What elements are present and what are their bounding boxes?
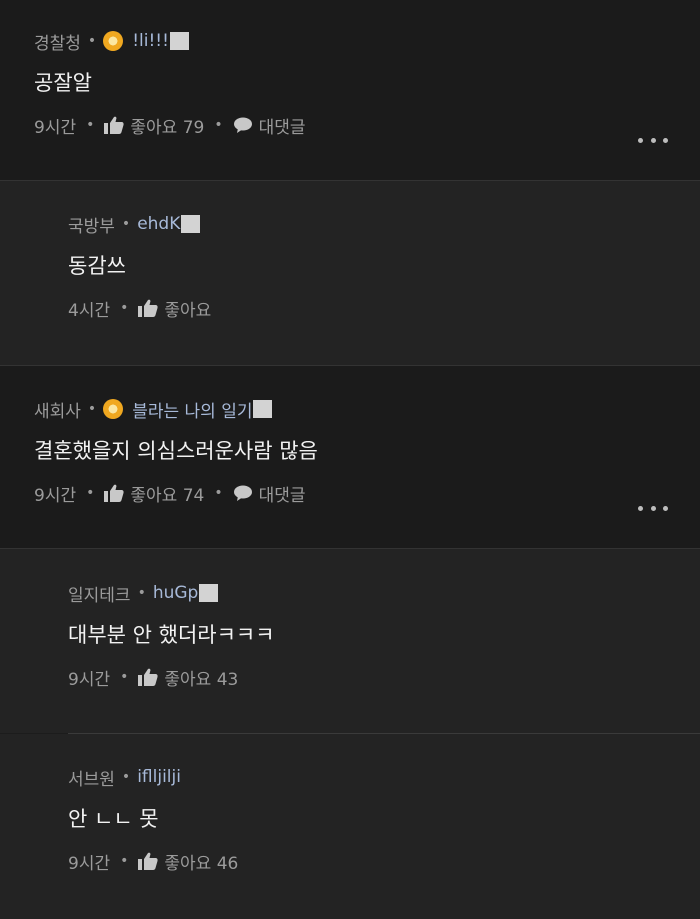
author-nickname[interactable]: iflljilji [137, 767, 181, 787]
reply-item: 국방부 • ehdK 동감쓰 4시간 • 좋아요 [0, 181, 700, 365]
author-company[interactable]: 국방부 [68, 212, 115, 237]
author-nickname[interactable]: 블라는 나의 일기 [132, 397, 252, 422]
like-count: 46 [216, 853, 239, 874]
company-verified-badge-icon [103, 31, 124, 51]
comment-author-line: 국방부 • ehdK [68, 212, 211, 237]
more-options-icon[interactable] [638, 504, 668, 512]
like-label: 좋아요 [164, 853, 212, 874]
like-button[interactable]: 좋아요 46 [164, 849, 238, 874]
like-count: 74 [182, 485, 205, 506]
like-label: 좋아요 [130, 485, 178, 506]
more-options-icon[interactable] [638, 136, 668, 144]
meta-separator: • [121, 769, 131, 785]
thumbs-up-icon[interactable] [104, 484, 124, 502]
comment-text: 안 ㄴㄴ 못 [68, 807, 159, 831]
comment-actions: 9시간 • 좋아요 43 [68, 665, 275, 690]
reply-button[interactable]: 대댓글 [259, 481, 306, 506]
thumbs-up-icon[interactable] [138, 668, 158, 686]
comment-item: 새회사 • 블라는 나의 일기 결혼했을지 의심스러운사람 많음 9시간 • 좋… [0, 366, 700, 548]
speech-bubble-icon[interactable] [233, 484, 253, 502]
reply-item: 일지테크 • huGp 대부분 안 했더라ㅋㅋㅋ 9시간 • 좋아요 43 [0, 549, 700, 733]
nickname-mask [169, 32, 189, 50]
author-nickname[interactable]: !li!!! [132, 31, 169, 51]
like-label: 좋아요 [164, 669, 212, 690]
comment-text: 대부분 안 했더라ㅋㅋㅋ [68, 623, 275, 647]
comment-text: 결혼했을지 의심스러운사람 많음 [34, 439, 318, 463]
comment-actions: 4시간 • 좋아요 [68, 296, 211, 321]
meta-separator: • [121, 216, 131, 232]
author-company[interactable]: 새회사 [34, 397, 81, 422]
meta-separator: • [87, 33, 97, 49]
meta-separator: • [86, 117, 95, 133]
like-count: 79 [182, 117, 205, 138]
speech-bubble-icon[interactable] [233, 116, 253, 134]
nickname-mask [181, 215, 201, 233]
like-count: 43 [216, 669, 239, 690]
like-label: 좋아요 [130, 117, 178, 138]
comment-time: 9시간 [68, 853, 111, 874]
comment-actions: 9시간 • 좋아요 74 • 대댓글 [34, 481, 318, 506]
meta-separator: • [214, 485, 223, 501]
company-verified-badge-icon [103, 399, 124, 419]
meta-separator: • [120, 669, 129, 685]
comment-author-line: 경찰청 • !li!!! [34, 29, 306, 54]
nickname-mask [253, 400, 273, 418]
comment-time: 9시간 [34, 117, 77, 138]
reply-button[interactable]: 대댓글 [259, 113, 306, 138]
like-button[interactable]: 좋아요 79 [130, 113, 204, 138]
nickname-mask [199, 584, 219, 602]
meta-separator: • [214, 117, 223, 133]
like-button[interactable]: 좋아요 43 [164, 665, 238, 690]
comment-text: 공잘알 [34, 71, 92, 95]
like-button[interactable]: 좋아요 [164, 296, 211, 321]
author-company[interactable]: 경찰청 [34, 29, 81, 54]
comment-time: 9시간 [68, 669, 111, 690]
comment-author-line: 일지테크 • huGp [68, 581, 275, 606]
thumbs-up-icon[interactable] [104, 116, 124, 134]
comment-item: 경찰청 • !li!!! 공잘알 9시간 • 좋아요 79 • 대댓글 [0, 0, 700, 180]
meta-separator: • [137, 585, 146, 601]
author-company[interactable]: 일지테크 [68, 581, 131, 606]
author-nickname[interactable]: huGp [153, 583, 199, 603]
like-button[interactable]: 좋아요 74 [130, 481, 204, 506]
author-nickname[interactable]: ehdK [137, 214, 180, 234]
thumbs-up-icon[interactable] [138, 299, 158, 317]
comment-time: 4시간 [68, 300, 111, 321]
comment-time: 9시간 [34, 485, 77, 506]
meta-separator: • [120, 853, 129, 869]
comment-text: 동감쓰 [68, 254, 126, 278]
comment-actions: 9시간 • 좋아요 79 • 대댓글 [34, 113, 306, 138]
reply-item: 서브원 • iflljilji 안 ㄴㄴ 못 9시간 • 좋아요 46 [0, 734, 700, 919]
author-company[interactable]: 서브원 [68, 765, 115, 790]
meta-separator: • [87, 401, 97, 417]
thumbs-up-icon[interactable] [138, 852, 158, 870]
comment-actions: 9시간 • 좋아요 46 [68, 849, 238, 874]
comment-author-line: 서브원 • iflljilji [68, 765, 238, 790]
meta-separator: • [86, 485, 95, 501]
meta-separator: • [120, 300, 129, 316]
comment-author-line: 새회사 • 블라는 나의 일기 [34, 397, 318, 422]
